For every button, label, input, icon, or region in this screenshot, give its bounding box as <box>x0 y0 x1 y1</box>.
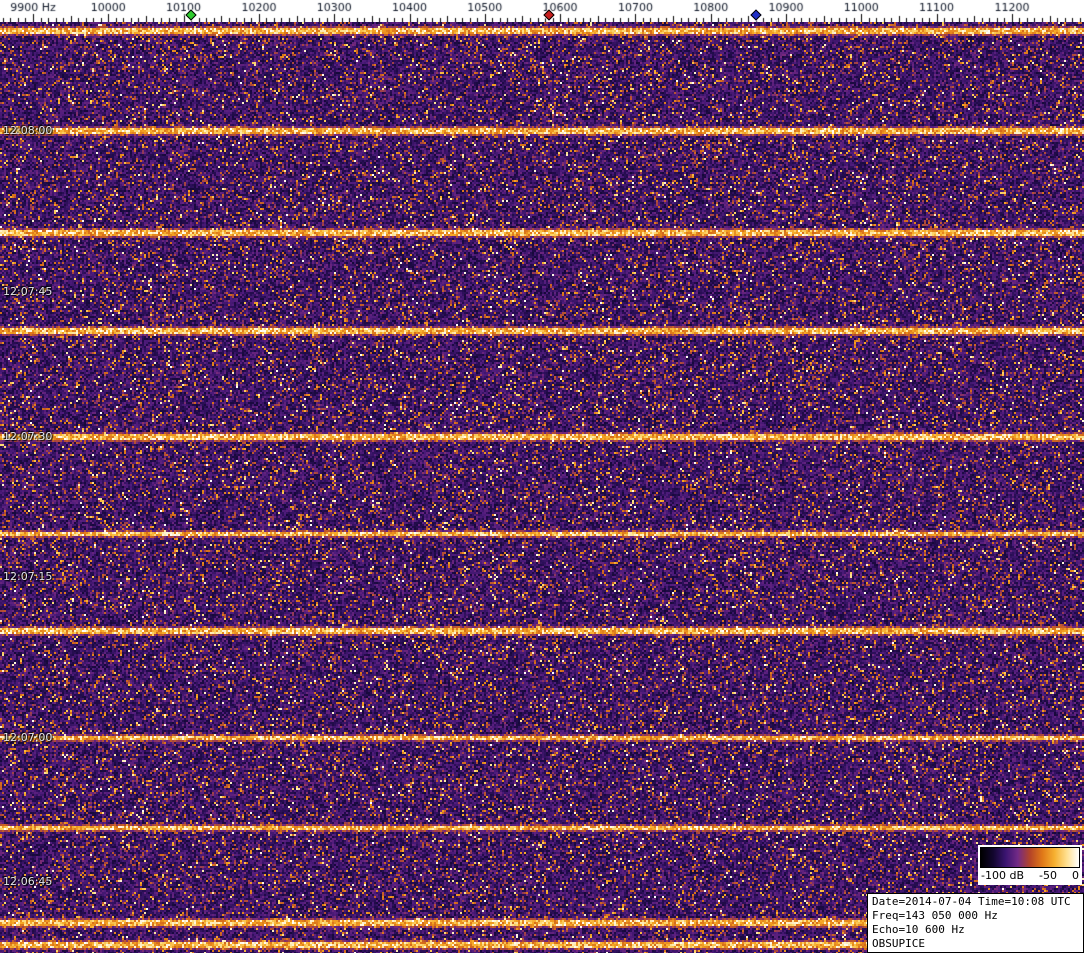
spectrogram-app: 12:08:00 12:07:45 12:07:30 12:07:15 12:07:00… <box>0 0 1084 953</box>
time-label: 12:07:30 <box>3 430 53 443</box>
time-label: 12:08:00 <box>3 124 53 137</box>
observation-info-panel: Date=2014-07-04 Time=10:08 UTC Freq=143 … <box>867 893 1084 953</box>
spectrogram-waterfall-canvas <box>0 22 1084 953</box>
legend-min-label: -100 dB <box>981 869 1024 882</box>
legend-labels: -100 dB -50 0 <box>980 868 1080 883</box>
waterfall-display: 12:08:00 12:07:45 12:07:30 12:07:15 12:07:00… <box>0 22 1084 953</box>
time-label: 12:07:15 <box>3 570 53 583</box>
time-label: 12:07:45 <box>3 285 53 298</box>
time-label: 12:07:00 <box>3 731 53 744</box>
legend-mid-label: -50 <box>1039 869 1057 882</box>
echo-line: Echo=10 600 Hz <box>872 923 965 936</box>
frequency-line: Freq=143 050 000 Hz <box>872 909 998 922</box>
legend-max-label: 0 <box>1072 869 1079 882</box>
frequency-ruler-scale <box>0 0 1084 22</box>
time-label: 12:06:45 <box>3 875 53 888</box>
station-line: OBSUPICE <box>872 937 925 950</box>
intensity-scale-legend: -100 dB -50 0 <box>978 845 1082 885</box>
color-gradient-bar <box>980 847 1080 868</box>
date-time-line: Date=2014-07-04 Time=10:08 UTC <box>872 895 1071 908</box>
frequency-ruler <box>0 0 1084 22</box>
